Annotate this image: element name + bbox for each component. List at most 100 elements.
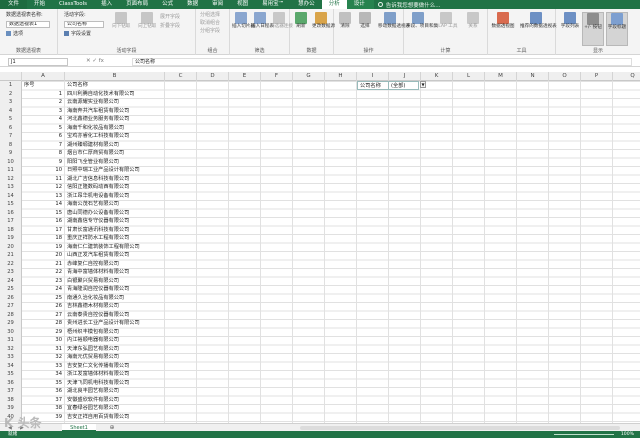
row-number[interactable]: 21	[0, 251, 22, 260]
row-number[interactable]: 7	[0, 132, 22, 141]
select-all-corner[interactable]	[0, 72, 22, 81]
row-number[interactable]: 23	[0, 268, 22, 277]
row-number[interactable]: 17	[0, 217, 22, 226]
row-number[interactable]: 5	[0, 115, 22, 124]
pivot-chart-button[interactable]: 数据透视图	[490, 12, 516, 30]
cell-index[interactable]: 4	[22, 115, 64, 124]
column-header[interactable]: G	[293, 72, 325, 81]
active-field-input[interactable]: 公司名称	[64, 21, 104, 28]
drill-down-button[interactable]: 向下钻取	[112, 12, 130, 30]
cell-index[interactable]: 17	[22, 226, 64, 235]
drill-up-button[interactable]: 向上钻取	[138, 12, 156, 30]
cell-index[interactable]: 序号	[22, 81, 64, 90]
cell-company-name[interactable]: 烟台市仁厚商贸有限公司	[65, 149, 325, 158]
tab-page-layout[interactable]: 页面布局	[119, 0, 155, 9]
cell-index[interactable]: 23	[22, 277, 64, 286]
field-settings-button[interactable]: 字段设置	[64, 31, 91, 38]
tab-analyze[interactable]: 分析	[321, 0, 347, 9]
cell-company-name[interactable]: 海南奔共汽车租赁有限公司	[65, 107, 325, 116]
cell-index[interactable]: 28	[22, 319, 64, 328]
cell-company-name[interactable]: 宝鸡亦睿化工科技有限公司	[65, 132, 325, 141]
tab-insert[interactable]: 插入	[94, 0, 119, 9]
collapse-field-button[interactable]: 折叠字段	[160, 23, 180, 30]
cell-company-name[interactable]: 云南泰贵自控仪器有限公司	[65, 311, 325, 320]
cell-index[interactable]: 1	[22, 90, 64, 99]
cell-company-name[interactable]: 重庆正祥防水工程有限公司	[65, 234, 325, 243]
cell-company-name[interactable]: 贵州进长工业产品设计有限公司	[65, 319, 325, 328]
cell-company-name[interactable]: 海南元优贸易有限公司	[65, 353, 325, 362]
column-header[interactable]: F	[261, 72, 293, 81]
cell-index[interactable]: 31	[22, 345, 64, 354]
field-headers-toggle[interactable]: 字段标题	[606, 12, 628, 46]
tab-review[interactable]: 审阅	[205, 0, 230, 9]
refresh-button[interactable]: 刷新	[292, 12, 310, 30]
cell-company-name[interactable]: 山西正发汽车租赁有限公司	[65, 251, 325, 260]
row-number[interactable]: 30	[0, 327, 22, 336]
cell-company-name[interactable]: 宜春绿谷园艺有限公司	[65, 404, 325, 413]
column-header[interactable]: Q	[613, 72, 640, 81]
pivot-options-button[interactable]: 选项	[6, 31, 23, 38]
row-number[interactable]: 27	[0, 302, 22, 311]
cell-index[interactable]: 24	[22, 285, 64, 294]
row-number[interactable]: 12	[0, 174, 22, 183]
cell-index[interactable]: 34	[22, 370, 64, 379]
horizontal-scrollbar[interactable]	[300, 426, 620, 430]
row-number[interactable]: 22	[0, 259, 22, 268]
row-number[interactable]: 24	[0, 276, 22, 285]
name-box[interactable]: J1	[8, 58, 68, 66]
row-number[interactable]: 10	[0, 157, 22, 166]
cell-index[interactable]: 7	[22, 141, 64, 150]
tab-yiyongbao[interactable]: 易用宝™	[255, 0, 291, 9]
recommended-pivots-button[interactable]: 推荐的数据透视表	[520, 12, 557, 30]
cell-index[interactable]: 37	[22, 396, 64, 405]
row-number[interactable]: 6	[0, 123, 22, 132]
cell-index[interactable]: 6	[22, 132, 64, 141]
field-list-button[interactable]: 字段列表	[560, 12, 580, 30]
row-number[interactable]: 32	[0, 344, 22, 353]
cell-company-name[interactable]: 海南千和化妆品有限公司	[65, 124, 325, 133]
cell-company-name[interactable]: 甘肃长富通讯科技有限公司	[65, 226, 325, 235]
cell-index[interactable]: 33	[22, 362, 64, 371]
cell-company-name[interactable]: 内江裕顺电器有限公司	[65, 336, 325, 345]
cell-index[interactable]: 2	[22, 98, 64, 107]
row-number[interactable]: 8	[0, 140, 22, 149]
column-header[interactable]: D	[197, 72, 229, 81]
cell-index[interactable]: 3	[22, 107, 64, 116]
column-header[interactable]: O	[549, 72, 581, 81]
cell-index[interactable]: 14	[22, 200, 64, 209]
cell-index[interactable]: 15	[22, 209, 64, 218]
row-number[interactable]: 11	[0, 166, 22, 175]
cell-index[interactable]: 5	[22, 124, 64, 133]
row-number[interactable]: 36	[0, 378, 22, 387]
cell-index[interactable]: 19	[22, 243, 64, 252]
column-header[interactable]: A	[22, 72, 65, 81]
cell-company-name[interactable]: 日照中瑞工业产品设计有限公司	[65, 166, 325, 175]
column-header[interactable]: L	[453, 72, 485, 81]
row-number[interactable]: 20	[0, 242, 22, 251]
row-number[interactable]: 33	[0, 353, 22, 362]
tab-data[interactable]: 数据	[180, 0, 205, 9]
row-number[interactable]: 9	[0, 149, 22, 158]
row-number[interactable]: 34	[0, 361, 22, 370]
cell-company-name[interactable]: 青海隆润自控仪器有限公司	[65, 285, 325, 294]
change-source-button[interactable]: 更改数据源	[312, 12, 335, 30]
column-header[interactable]: P	[581, 72, 613, 81]
pivot-filter-value[interactable]: (全部)	[389, 81, 419, 90]
cell-index[interactable]: 9	[22, 158, 64, 167]
group-selection-button[interactable]: 分组选择	[200, 12, 220, 19]
tab-huibangong[interactable]: 慧办公	[291, 0, 322, 9]
row-number[interactable]: 18	[0, 225, 22, 234]
olap-tools-button[interactable]: OLAP 工具	[434, 12, 458, 30]
filter-connections-button[interactable]: 筛选器连接	[270, 12, 293, 30]
cell-index[interactable]: 22	[22, 268, 64, 277]
cell-index[interactable]: 21	[22, 260, 64, 269]
row-number[interactable]: 38	[0, 395, 22, 404]
ungroup-button[interactable]: 取消组合	[200, 20, 220, 27]
tab-view[interactable]: 视图	[230, 0, 255, 9]
move-pivot-button[interactable]: 移动数据透视表	[378, 12, 410, 30]
row-number[interactable]: 2	[0, 89, 22, 98]
row-number[interactable]: 19	[0, 234, 22, 243]
cell-company-name[interactable]: 唐山同德办公设备有限公司	[65, 209, 325, 218]
tell-me-search[interactable]: 告诉我您想要做什么...	[377, 1, 440, 9]
cell-company-name[interactable]: 安徽盛欣软件有限公司	[65, 396, 325, 405]
